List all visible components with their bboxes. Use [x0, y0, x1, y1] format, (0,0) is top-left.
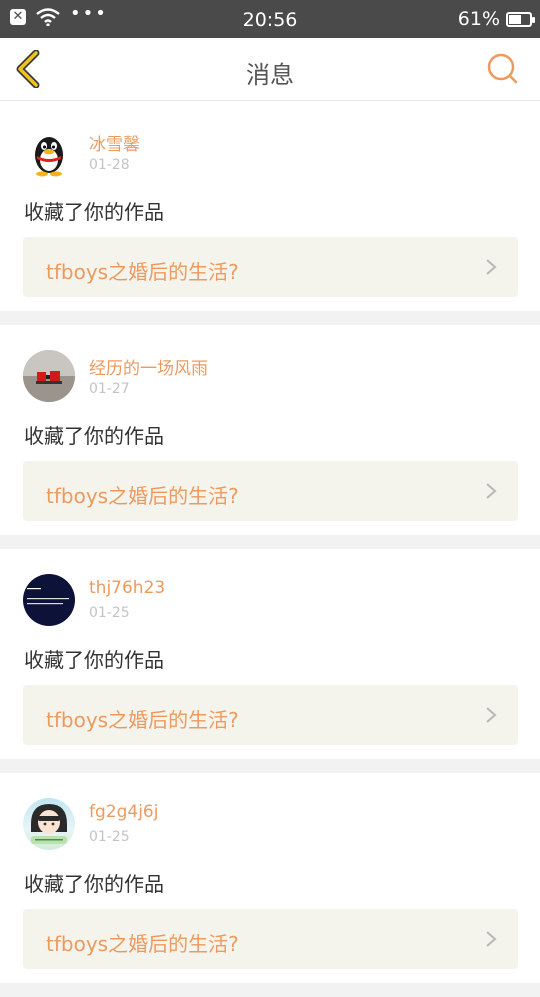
battery-level: [509, 14, 521, 24]
message-action: 收藏了你的作品: [24, 648, 164, 672]
battery-percent: 61%: [457, 8, 500, 30]
work-title: tfboys之婚后的生活?: [46, 260, 239, 284]
username[interactable]: 经历的一场风雨: [89, 354, 208, 379]
chevron-right-icon: [486, 259, 497, 275]
message-card: fg2g4j6j 01-25 收藏了你的作品 tfboys之婚后的生活?: [0, 773, 540, 983]
status-bar-right: 61%: [457, 8, 535, 30]
username[interactable]: fg2g4j6j: [89, 802, 158, 822]
work-title: tfboys之婚后的生活?: [46, 932, 239, 956]
work-link[interactable]: tfboys之婚后的生活?: [23, 237, 518, 297]
girl-illustration-avatar-image: [31, 804, 67, 844]
message-list: 冰雪馨 01-28 收藏了你的作品 tfboys之婚后的生活? 经历的一场风雨 …: [0, 101, 540, 997]
message-date: 01-25: [89, 605, 130, 621]
search-icon: [487, 53, 518, 84]
dark-text-avatar-image: [27, 588, 69, 605]
message-action: 收藏了你的作品: [24, 424, 164, 448]
work-link[interactable]: tfboys之婚后的生活?: [23, 461, 518, 521]
username[interactable]: thj76h23: [89, 578, 165, 598]
nav-bar: 消息: [0, 38, 540, 101]
search-button[interactable]: [486, 52, 520, 86]
message-card: 冰雪馨 01-28 收藏了你的作品 tfboys之婚后的生活?: [0, 101, 540, 311]
avatar[interactable]: [23, 350, 75, 402]
message-action: 收藏了你的作品: [24, 872, 164, 896]
work-link[interactable]: tfboys之婚后的生活?: [23, 685, 518, 745]
work-title: tfboys之婚后的生活?: [46, 484, 239, 508]
message-card: 经历的一场风雨 01-27 收藏了你的作品 tfboys之婚后的生活?: [0, 325, 540, 535]
avatar[interactable]: [23, 574, 75, 626]
username[interactable]: 冰雪馨: [89, 130, 140, 155]
avatar[interactable]: [23, 126, 75, 178]
work-link[interactable]: tfboys之婚后的生活?: [23, 909, 518, 969]
message-card: thj76h23 01-25 收藏了你的作品 tfboys之婚后的生活?: [0, 549, 540, 759]
chevron-right-icon: [486, 483, 497, 499]
photo-avatar-image: [23, 350, 75, 402]
status-bar: ✕ ••• 20:56 61%: [0, 0, 540, 38]
chevron-right-icon: [486, 931, 497, 947]
qq-penguin-icon: [35, 137, 63, 177]
avatar[interactable]: [23, 798, 75, 850]
message-date: 01-25: [89, 829, 130, 845]
battery-icon: [506, 11, 535, 27]
page-title: 消息: [246, 61, 294, 89]
message-date: 01-27: [89, 381, 130, 397]
message-action: 收藏了你的作品: [24, 200, 164, 224]
message-date: 01-28: [89, 157, 130, 173]
work-title: tfboys之婚后的生活?: [46, 708, 239, 732]
chevron-right-icon: [486, 707, 497, 723]
